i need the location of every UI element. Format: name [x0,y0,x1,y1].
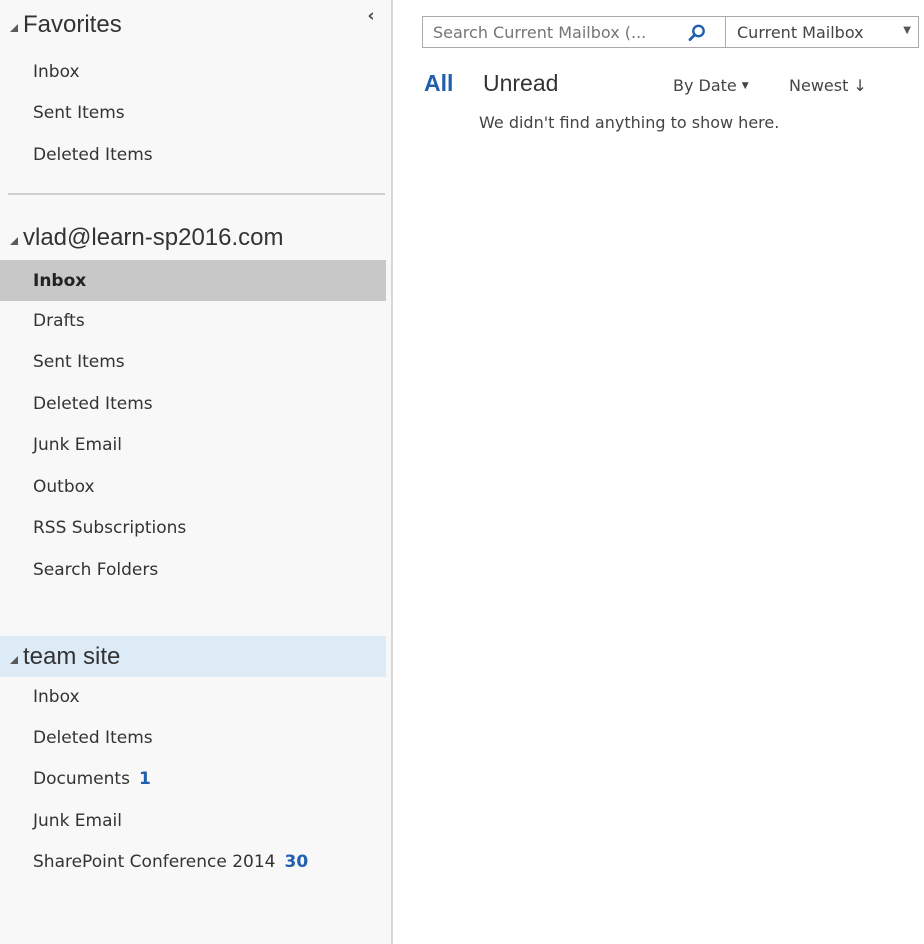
unread-count-badge: 30 [284,851,309,872]
folder-label: Inbox [33,61,80,82]
expand-triangle-icon [10,23,18,32]
search-scope-label: Current Mailbox [737,22,864,42]
favorites-divider [8,193,385,195]
favorites-header[interactable]: Favorites [0,4,386,45]
sort-by-dropdown[interactable]: By Date ▼ [673,76,749,95]
favorites-title: Favorites [23,10,122,38]
favorites-item-deleted-items[interactable]: Deleted Items [0,134,386,175]
team-site-item-inbox[interactable]: Inbox [0,676,386,717]
folder-label: Search Folders [33,559,159,580]
team-site-item-deleted-items[interactable]: Deleted Items [0,717,386,758]
unread-count-badge: 1 [138,768,151,789]
filter-unread-tab[interactable]: Unread [483,70,558,97]
expand-triangle-icon [10,236,18,245]
mailbox-item-drafts[interactable]: Drafts [0,300,386,341]
expand-triangle-icon [10,655,18,664]
folder-label: Deleted Items [33,144,153,165]
team-site-item-sharepoint-conference-2014[interactable]: SharePoint Conference 2014 30 [0,841,386,882]
folder-label: Documents [33,768,130,789]
sort-by-label: By Date [673,76,737,95]
arrow-down-icon: ↓ [853,76,867,95]
team-site-item-junk-email[interactable]: Junk Email [0,800,386,841]
mailbox-item-outbox[interactable]: Outbox [0,466,386,507]
folder-label: Junk Email [33,810,122,831]
folder-label: Deleted Items [33,727,153,748]
filter-all-tab[interactable]: All [424,70,453,97]
mailbox-item-inbox[interactable]: Inbox [0,260,386,301]
search-box[interactable] [422,16,726,48]
mailbox-title: vlad@learn-sp2016.com [23,223,284,251]
folder-label: RSS Subscriptions [33,517,187,538]
search-input[interactable] [433,22,673,42]
mailbox-item-junk-email[interactable]: Junk Email [0,424,386,465]
folder-label: SharePoint Conference 2014 [33,851,276,872]
mailbox-item-search-folders[interactable]: Search Folders [0,549,386,590]
folder-label: Deleted Items [33,393,153,414]
mailbox-item-deleted-items[interactable]: Deleted Items [0,383,386,424]
folder-pane: ‹ Favorites Inbox Sent Items Deleted Ite… [0,0,393,944]
mailbox-item-rss-subscriptions[interactable]: RSS Subscriptions [0,507,386,548]
folder-label: Drafts [33,310,85,331]
mailbox-item-sent-items[interactable]: Sent Items [0,341,386,382]
folder-label: Sent Items [33,102,125,123]
sort-order-toggle[interactable]: Newest ↓ [789,76,867,95]
mailbox-header[interactable]: vlad@learn-sp2016.com [0,217,386,258]
empty-list-message: We didn't find anything to show here. [479,113,780,132]
sort-order-label: Newest [789,76,849,95]
team-site-header[interactable]: team site [0,636,386,677]
folder-label: Junk Email [33,434,122,455]
folder-label: Inbox [33,270,87,291]
team-site-item-documents[interactable]: Documents 1 [0,758,386,799]
search-icon[interactable] [687,23,707,43]
folder-label: Outbox [33,476,95,497]
folder-label: Inbox [33,686,80,707]
team-site-title: team site [23,642,121,670]
favorites-item-inbox[interactable]: Inbox [0,51,386,92]
favorites-item-sent-items[interactable]: Sent Items [0,92,386,133]
chevron-down-icon: ▼ [903,25,911,36]
chevron-down-icon: ▼ [741,81,749,91]
folder-label: Sent Items [33,351,125,372]
search-scope-dropdown[interactable]: Current Mailbox ▼ [726,16,919,48]
